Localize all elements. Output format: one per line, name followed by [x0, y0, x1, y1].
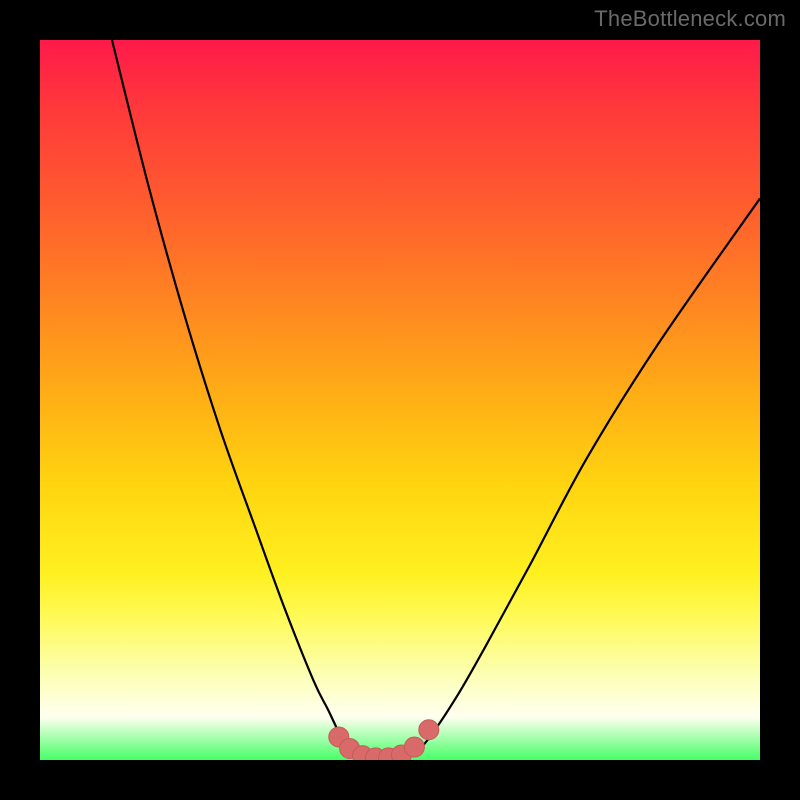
bottleneck-curve — [112, 40, 760, 760]
chart-frame: TheBottleneck.com — [0, 0, 800, 800]
minimum-marker — [419, 720, 439, 740]
minimum-marker — [404, 737, 424, 757]
minimum-marker-group — [329, 720, 439, 760]
watermark-text: TheBottleneck.com — [594, 6, 786, 32]
plot-area — [40, 40, 760, 760]
curve-layer — [40, 40, 760, 760]
